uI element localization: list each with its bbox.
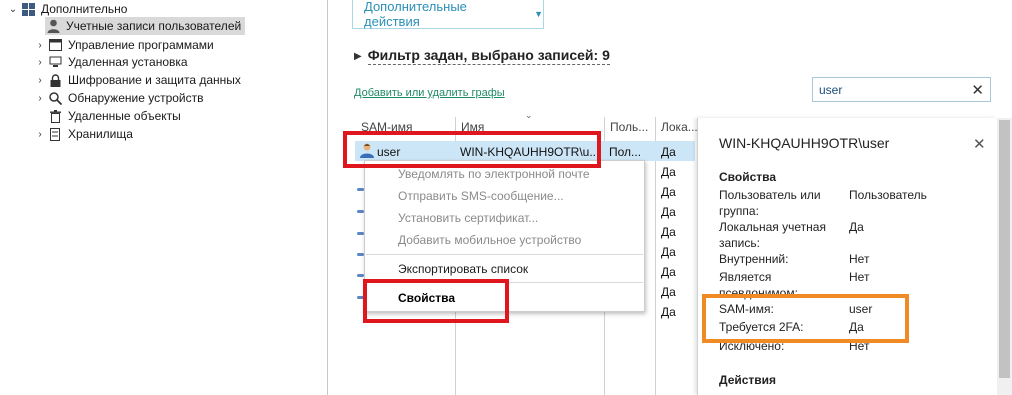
tree-item-device-discovery[interactable]: › Обнаружение устройств: [33, 89, 204, 107]
cell-local: Да: [661, 285, 676, 299]
row-icon-stub: [357, 253, 364, 256]
row-icon-stub: [357, 210, 364, 213]
filter-summary: Фильтр задан, выбрано записей: 9: [367, 47, 610, 65]
prop-label-local-account: Локальная учетная запись:: [719, 220, 826, 250]
tree-item-label: Шифрование и защита данных: [68, 73, 241, 87]
chevron-right-icon[interactable]: ›: [33, 129, 47, 140]
tree-item-label: Дополнительно: [41, 2, 128, 16]
monitor-icon: [47, 55, 63, 69]
trash-icon: [47, 109, 63, 123]
tree-item-user-accounts[interactable]: Учетные записи пользователей: [45, 17, 245, 35]
navigation-tree: ⌄ Дополнительно Учетные записи пользоват…: [0, 0, 328, 395]
panel-title: WIN-KHQAUHH9OTR\user: [719, 135, 890, 151]
tree-item-deleted-objects[interactable]: Удаленные объекты: [47, 107, 181, 125]
prop-value-internal: Нет: [849, 252, 870, 266]
tree-item-label: Обнаружение устройств: [68, 91, 204, 105]
caret-down-icon: ▼: [534, 9, 543, 19]
cell-local: Да: [661, 165, 676, 179]
cell-local: Да: [661, 265, 676, 279]
cell-local: Да: [661, 145, 676, 159]
magnifier-icon: [47, 91, 63, 105]
column-header-user-type[interactable]: Поль...: [610, 120, 648, 134]
tree-item-advanced[interactable]: ⌄ Дополнительно: [6, 0, 326, 18]
properties-panel: WIN-KHQAUHH9OTR\user ✕ Свойства Пользова…: [697, 118, 997, 395]
tree-item-encryption[interactable]: › Шифрование и защита данных: [33, 71, 241, 89]
tree-item-storage[interactable]: › Хранилища: [33, 125, 133, 143]
tree-item-label: Управление программами: [68, 38, 214, 52]
tree-item-label: Удаленная установка: [68, 55, 188, 69]
tree-item-label: Учетные записи пользователей: [66, 19, 242, 33]
search-value: user: [819, 82, 843, 97]
storage-icon: [47, 127, 63, 141]
chevron-down-icon[interactable]: ⌄: [6, 4, 20, 15]
highlight-properties-item: [363, 279, 509, 323]
close-icon[interactable]: ✕: [973, 135, 986, 153]
cell-local: Да: [661, 205, 676, 219]
cell-local: Да: [661, 225, 676, 239]
tree-item-label: Удаленные объекты: [68, 109, 181, 123]
chevron-right-icon[interactable]: ›: [33, 93, 47, 104]
cell-local: Да: [661, 245, 676, 259]
menu-item-export-list[interactable]: Экспортировать список: [398, 262, 528, 276]
prop-label-internal: Внутренний:: [719, 252, 789, 266]
additional-actions-button[interactable]: Дополнительные действия ▼: [352, 0, 544, 29]
grid-icon: [20, 2, 36, 16]
tree-item-app-management[interactable]: › Управление программами: [33, 36, 214, 54]
highlight-selected-row: [343, 131, 601, 168]
cell-local: Да: [661, 305, 676, 319]
chevron-right-icon[interactable]: ›: [33, 57, 47, 68]
chevron-right-icon[interactable]: ›: [33, 75, 47, 86]
column-header-local[interactable]: Лока...: [661, 120, 698, 134]
chevron-right-icon[interactable]: ›: [33, 40, 47, 51]
section-properties-heading: Свойства: [719, 170, 777, 184]
search-input[interactable]: user ✕: [812, 77, 991, 102]
tree-item-remote-install[interactable]: › Удаленная установка: [33, 53, 188, 71]
clear-search-icon[interactable]: ✕: [971, 81, 984, 99]
filter-toggle[interactable]: ▶ Фильтр задан, выбрано записей: 9: [354, 47, 610, 65]
triangle-right-icon: ▶: [354, 50, 362, 62]
menu-item-send-sms[interactable]: Отправить SMS-сообщение...: [398, 189, 564, 203]
prop-value-alias: Нет: [849, 270, 870, 284]
lock-icon: [47, 73, 63, 87]
row-icon-stub: [357, 232, 364, 235]
cell-user-type: Пол...: [609, 145, 642, 159]
row-icon-stub: [357, 274, 364, 277]
additional-actions-label: Дополнительные действия: [364, 0, 467, 29]
scrollbar-thumb[interactable]: [999, 120, 1010, 378]
menu-item-add-mobile-device[interactable]: Добавить мобильное устройство: [398, 233, 581, 247]
highlight-sam-2fa: [702, 294, 909, 343]
prop-value-user-or-group: Пользователь: [849, 188, 927, 202]
prop-value-local-account: Да: [849, 220, 864, 234]
menu-item-email-notify[interactable]: Уведомлять по электронной почте: [398, 167, 590, 181]
user-icon: [45, 19, 61, 33]
prop-label-user-or-group: Пользователь или группа:: [719, 188, 821, 218]
section-actions-heading: Действия: [719, 373, 777, 387]
menu-item-install-certificate[interactable]: Установить сертификат...: [398, 211, 538, 225]
tree-item-label: Хранилища: [68, 127, 133, 141]
menu-separator: [366, 254, 643, 255]
cell-local: Да: [661, 185, 676, 199]
panel-scrollbar[interactable]: [997, 118, 1012, 395]
sort-caret-icon: ⌄: [525, 110, 533, 120]
row-icon-stub: [357, 188, 364, 191]
add-remove-columns-link[interactable]: Добавить или удалить графы: [354, 87, 505, 99]
window-icon: [47, 38, 63, 52]
